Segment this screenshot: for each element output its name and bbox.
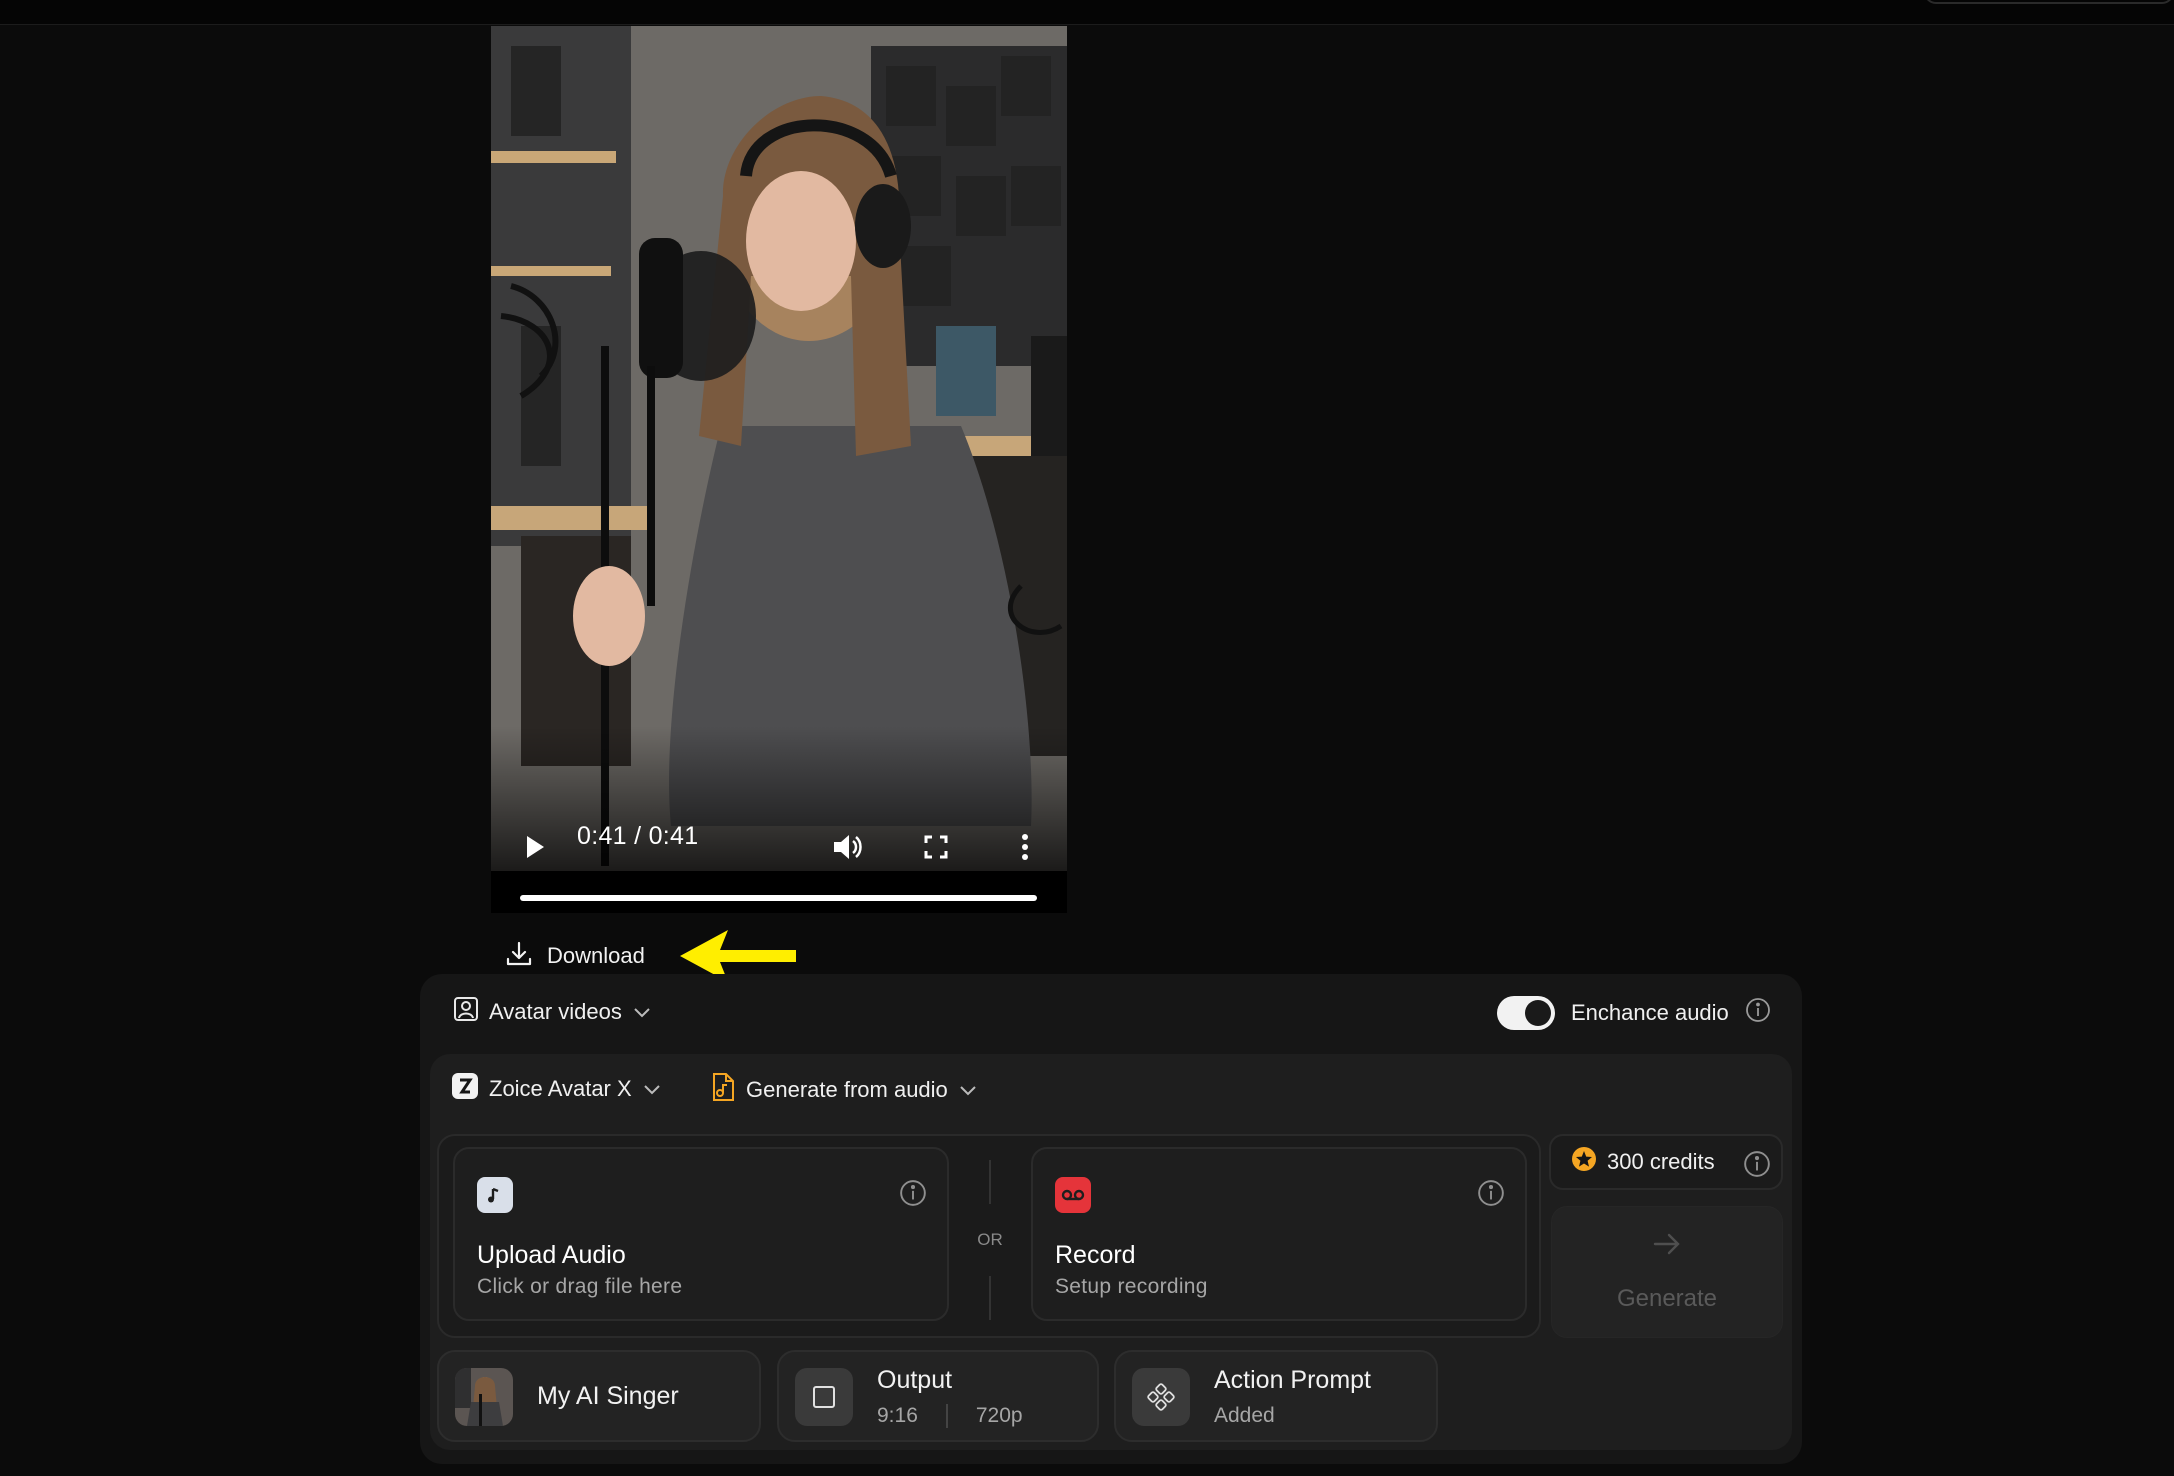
- output-chip[interactable]: Output 9:16 720p: [777, 1350, 1099, 1442]
- record-subtitle: Setup recording: [1055, 1275, 1208, 1298]
- fullscreen-icon[interactable]: [921, 832, 951, 862]
- mode-dropdown[interactable]: Avatar videos: [453, 996, 652, 1028]
- or-separator: OR: [977, 1160, 1003, 1320]
- top-bar-control[interactable]: [1924, 0, 2174, 4]
- action-prompt-title: Action Prompt: [1214, 1366, 1372, 1394]
- download-icon: [505, 940, 533, 973]
- zoice-logo-icon: [451, 1072, 479, 1106]
- credits-label: 300 credits: [1607, 1149, 1715, 1174]
- generate-button[interactable]: Generate: [1551, 1206, 1783, 1338]
- star-coin-icon: [1571, 1146, 1597, 1178]
- chevron-down-icon: [642, 1076, 662, 1102]
- avatar-thumbnail: [455, 1368, 513, 1426]
- record-title: Record: [1055, 1241, 1136, 1269]
- avatar-chip[interactable]: My AI Singer: [437, 1350, 761, 1442]
- upload-audio-card[interactable]: Upload Audio Click or drag file here: [453, 1147, 949, 1321]
- upload-audio-subtitle: Click or drag file here: [477, 1275, 683, 1298]
- info-icon[interactable]: [1477, 1179, 1505, 1212]
- video-frame: [491, 26, 1067, 871]
- generate-mode-label: Generate from audio: [746, 1077, 948, 1102]
- output-ratio: 9:16: [877, 1404, 918, 1427]
- model-dropdown[interactable]: Zoice Avatar X: [451, 1072, 662, 1106]
- enhance-audio-control: Enchance audio: [1497, 996, 1771, 1030]
- model-label: Zoice Avatar X: [489, 1076, 632, 1101]
- chevron-down-icon: [632, 999, 652, 1025]
- output-chip-meta: 9:16 720p: [877, 1404, 1023, 1428]
- download-label: Download: [547, 943, 645, 968]
- info-icon[interactable]: [1745, 997, 1771, 1029]
- audio-file-icon: [710, 1072, 736, 1108]
- video-time: 0:41 / 0:41: [577, 822, 699, 850]
- arrow-right-icon: [1652, 1232, 1682, 1263]
- volume-icon[interactable]: [831, 830, 865, 864]
- download-button[interactable]: Download: [505, 936, 645, 976]
- music-note-icon: [477, 1177, 513, 1213]
- mode-label: Avatar videos: [489, 999, 622, 1024]
- output-resolution: 720p: [975, 1404, 1023, 1427]
- info-icon[interactable]: [1743, 1150, 1771, 1184]
- enhance-audio-toggle[interactable]: [1497, 996, 1555, 1030]
- action-prompt-chip[interactable]: Action Prompt Added: [1114, 1350, 1438, 1442]
- chevron-down-icon: [958, 1077, 978, 1103]
- credits-badge: 300 credits: [1549, 1134, 1783, 1190]
- action-prompt-status: Added: [1214, 1404, 1275, 1427]
- voicemail-icon: [1055, 1177, 1091, 1213]
- aspect-ratio-icon: [795, 1368, 853, 1426]
- enhance-audio-label: Enchance audio: [1571, 1000, 1729, 1025]
- video-player[interactable]: 0:41 / 0:41: [491, 26, 1067, 913]
- output-chip-title: Output: [877, 1366, 953, 1394]
- more-vertical-icon[interactable]: [1015, 832, 1035, 862]
- action-prompt-icon: [1132, 1368, 1190, 1426]
- video-progress-bar[interactable]: [520, 895, 1037, 901]
- info-icon[interactable]: [899, 1179, 927, 1212]
- generate-label: Generate: [1616, 1284, 1718, 1312]
- avatar-chip-label: My AI Singer: [537, 1382, 679, 1410]
- generate-mode-dropdown[interactable]: Generate from audio: [710, 1072, 978, 1108]
- play-icon[interactable]: [521, 832, 549, 862]
- record-card[interactable]: Record Setup recording: [1031, 1147, 1527, 1321]
- avatar-icon: [453, 996, 479, 1028]
- top-bar: [0, 0, 2174, 25]
- upload-audio-title: Upload Audio: [477, 1241, 626, 1269]
- or-label: OR: [977, 1230, 1003, 1249]
